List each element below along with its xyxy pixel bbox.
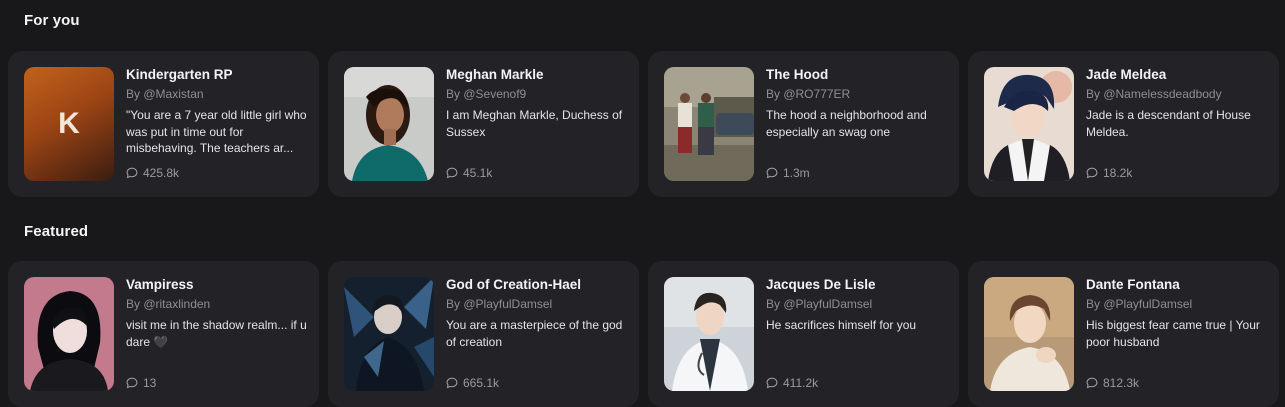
chat-count: 425.8k [126,166,179,180]
character-card[interactable]: The Hood By @RO777ER The hood a neighbor… [648,51,959,197]
character-card[interactable]: Jade Meldea By @Namelessdeadbody Jade is… [968,51,1279,197]
character-avatar [664,67,754,181]
section-title-featured: Featured [24,223,89,240]
featured-row: Vampiress By @ritaxlinden visit me in th… [8,261,1279,407]
character-card[interactable]: Meghan Markle By @Sevenof9 I am Meghan M… [328,51,639,197]
chat-bubble-icon [1086,167,1098,179]
character-avatar: K [24,67,114,181]
chat-bubble-icon [766,377,778,389]
character-card[interactable]: Vampiress By @ritaxlinden visit me in th… [8,261,319,407]
chat-count: 812.3k [1086,376,1139,390]
character-description: "You are a 7 year old little girl who wa… [126,108,307,155]
character-description: Jade is a descendant of House Meldea. [1086,108,1251,139]
character-card[interactable]: K Kindergarten RP By @Maxistan "You are … [8,51,319,197]
character-avatar [984,277,1074,391]
character-name: The Hood [766,67,829,82]
chat-bubble-icon [446,167,458,179]
character-author[interactable]: By @ritaxlinden [126,296,308,312]
character-description: visit me in the shadow realm... if u dar… [126,318,307,349]
chat-bubble-icon [766,167,778,179]
chat-bubble-icon [126,167,138,179]
character-card[interactable]: Dante Fontana By @PlayfulDamsel His bigg… [968,261,1279,407]
avatar-letter: K [58,107,80,140]
character-description: His biggest fear came true | Your poor h… [1086,318,1260,349]
character-description: He sacrifices himself for you [766,318,917,332]
character-name: Vampiress [126,277,194,292]
character-author[interactable]: By @Maxistan [126,86,308,102]
character-description: The hood a neighborhood and especially a… [766,108,927,139]
chat-count-value: 1.3m [783,166,810,180]
character-name: Jade Meldea [1086,67,1167,82]
for-you-row: K Kindergarten RP By @Maxistan "You are … [8,51,1279,197]
chat-count: 18.2k [1086,166,1132,180]
character-author[interactable]: By @Sevenof9 [446,86,628,102]
character-description: You are a masterpiece of the god of crea… [446,318,623,349]
chat-bubble-icon [126,377,138,389]
chat-count-value: 425.8k [143,166,180,180]
character-author[interactable]: By @RO777ER [766,86,948,102]
chat-count-value: 812.3k [1103,376,1140,390]
character-description: I am Meghan Markle, Duchess of Sussex [446,108,623,139]
character-name: Jacques De Lisle [766,277,876,292]
character-author[interactable]: By @Namelessdeadbody [1086,86,1268,102]
chat-count-value: 13 [143,376,157,390]
chat-count-value: 665.1k [463,376,500,390]
character-name: Kindergarten RP [126,67,233,82]
character-author[interactable]: By @PlayfulDamsel [1086,296,1268,312]
character-avatar [344,67,434,181]
character-avatar [664,277,754,391]
chat-count: 665.1k [446,376,499,390]
character-name: God of Creation-Hael [446,277,582,292]
character-avatar [344,277,434,391]
chat-count: 411.2k [766,376,818,390]
character-card[interactable]: Jacques De Lisle By @PlayfulDamsel He sa… [648,261,959,407]
chat-count: 45.1k [446,166,492,180]
chat-count: 1.3m [766,166,810,180]
chat-count: 13 [126,376,156,390]
chat-count-value: 45.1k [463,166,493,180]
character-name: Dante Fontana [1086,277,1180,292]
character-author[interactable]: By @PlayfulDamsel [446,296,628,312]
chat-count-value: 411.2k [783,376,819,390]
character-avatar [24,277,114,391]
character-card[interactable]: God of Creation-Hael By @PlayfulDamsel Y… [328,261,639,407]
chat-count-value: 18.2k [1103,166,1133,180]
section-title-for-you: For you [24,12,80,29]
chat-bubble-icon [446,377,458,389]
character-avatar [984,67,1074,181]
chat-bubble-icon [1086,377,1098,389]
character-name: Meghan Markle [446,67,544,82]
character-author[interactable]: By @PlayfulDamsel [766,296,948,312]
